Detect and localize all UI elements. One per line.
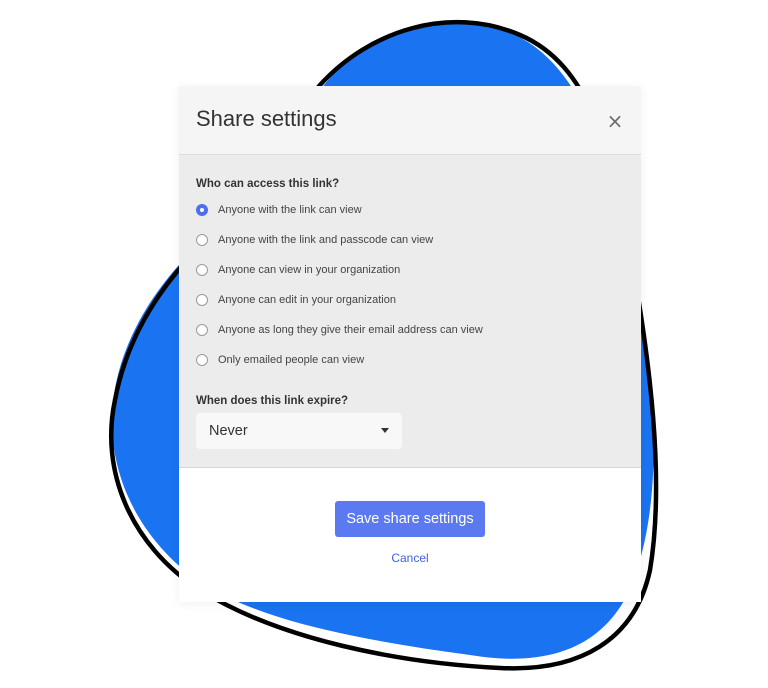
cancel-link[interactable]: Cancel (335, 551, 485, 565)
radio-label: Only emailed people can view (218, 354, 365, 366)
radio-unchecked-icon[interactable] (196, 234, 208, 246)
share-settings-dialog: Share settings × Who can access this lin… (179, 86, 641, 602)
save-share-settings-button[interactable]: Save share settings (335, 501, 485, 537)
close-icon[interactable]: × (604, 110, 626, 132)
radio-label: Anyone can view in your organization (218, 264, 401, 276)
radio-label: Anyone with the link can view (218, 204, 362, 216)
radio-label: Anyone can edit in your organization (218, 294, 396, 306)
screen: Share settings × Who can access this lin… (0, 0, 768, 688)
radio-option-emailed-only[interactable]: Only emailed people can view (196, 350, 364, 370)
radio-option-org-edit[interactable]: Anyone can edit in your organization (196, 290, 396, 310)
access-question-label: Who can access this link? (196, 178, 340, 190)
dialog-header: Share settings × (179, 86, 641, 155)
radio-option-link-view[interactable]: Anyone with the link can view (196, 200, 362, 220)
expire-question-label: When does this link expire? (196, 395, 349, 407)
radio-option-org-view[interactable]: Anyone can view in your organization (196, 260, 400, 280)
radio-unchecked-icon[interactable] (196, 264, 208, 276)
radio-checked-icon[interactable] (196, 204, 208, 216)
radio-unchecked-icon[interactable] (196, 354, 208, 366)
expire-select-value: Never (209, 423, 248, 439)
radio-unchecked-icon[interactable] (196, 294, 208, 306)
radio-unchecked-icon[interactable] (196, 324, 208, 336)
expire-select[interactable]: Never (196, 413, 402, 449)
radio-option-link-passcode[interactable]: Anyone with the link and passcode can vi… (196, 230, 433, 250)
radio-label: Anyone as long they give their email add… (218, 324, 483, 336)
caret-down-icon (381, 428, 389, 433)
radio-label: Anyone with the link and passcode can vi… (218, 234, 434, 246)
radio-option-email-view[interactable]: Anyone as long they give their email add… (196, 320, 483, 340)
dialog-title: Share settings (196, 106, 337, 131)
